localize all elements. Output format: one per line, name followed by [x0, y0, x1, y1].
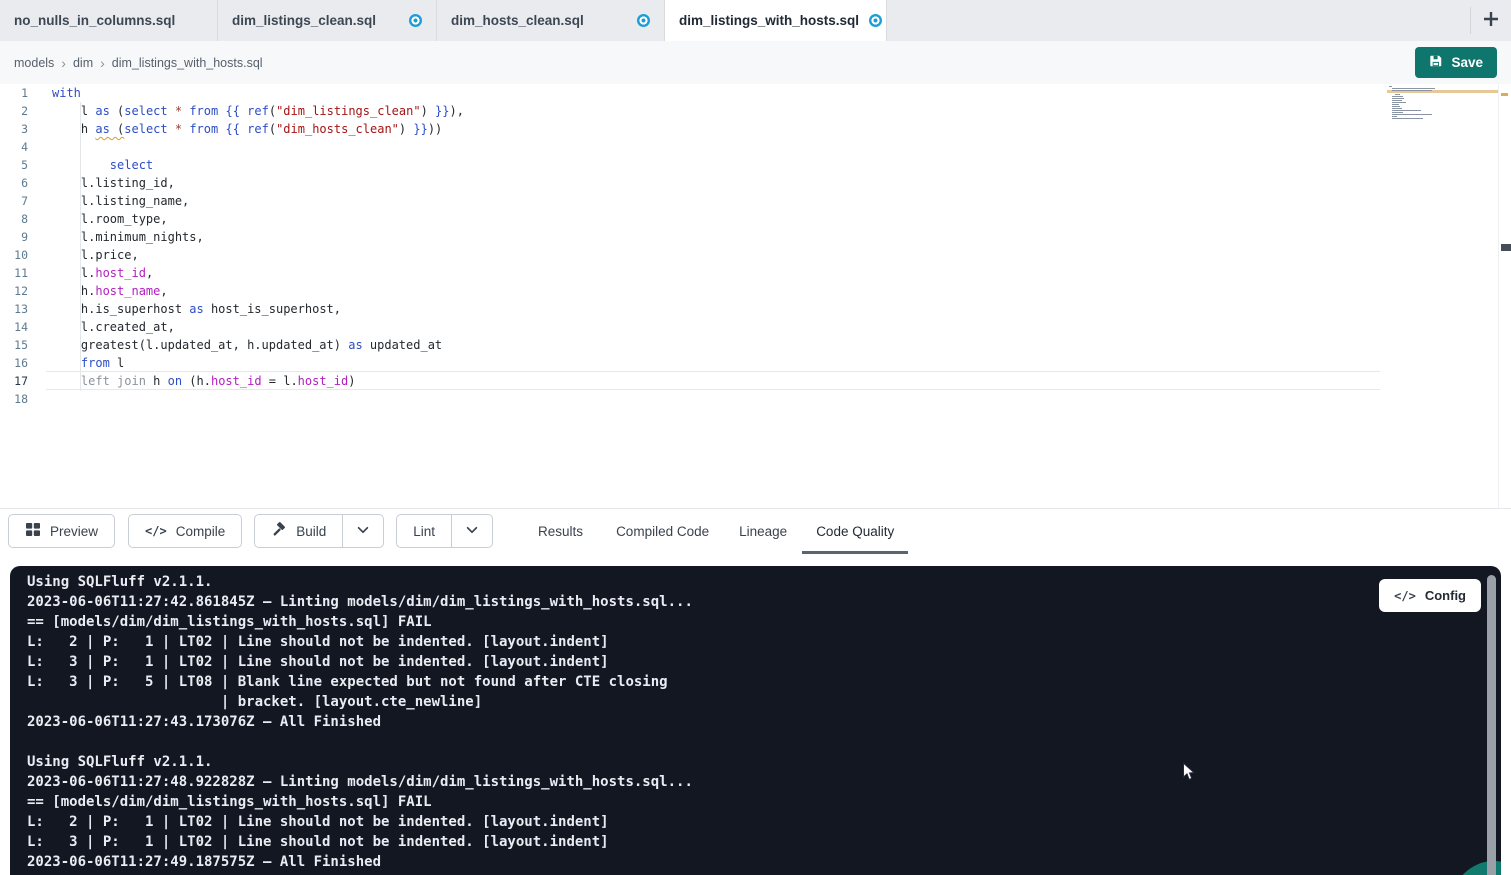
lint-button[interactable]: Lint: [396, 514, 452, 548]
tab-no-nulls-in-columns[interactable]: no_nulls_in_columns.sql: [0, 0, 218, 41]
editor-tab-bar: no_nulls_in_columns.sql dim_listings_cle…: [0, 0, 1511, 41]
code-brackets-icon: </>: [1394, 589, 1416, 603]
chevron-down-icon: [465, 523, 479, 540]
tabbar-spacer: [887, 0, 1470, 41]
preview-grid-icon: [25, 522, 41, 540]
save-button[interactable]: Save: [1415, 47, 1497, 78]
hammer-icon: [271, 522, 287, 541]
breadcrumb-item-models: models: [14, 56, 54, 70]
lint-dropdown-button[interactable]: [451, 514, 493, 548]
tab-label: dim_listings_with_hosts.sql: [679, 13, 859, 28]
breadcrumb-item-dim: dim: [73, 56, 93, 70]
code-line[interactable]: 18: [0, 390, 1511, 408]
terminal-line: L: 2 | P: 1 | LT02 | Line should not be …: [27, 632, 693, 652]
terminal-line: == [models/dim/dim_listings_with_hosts.s…: [27, 612, 693, 632]
code-line[interactable]: 4: [0, 138, 1511, 156]
code-line[interactable]: 5 select: [0, 156, 1511, 174]
code-lines: 1with2 l as (select * from {{ ref("dim_l…: [0, 84, 1511, 408]
terminal-line: 2023-06-06T11:27:42.861845Z — Linting mo…: [27, 592, 693, 612]
tab-dim-listings-clean[interactable]: dim_listings_clean.sql: [218, 0, 437, 41]
code-line[interactable]: 8 l.room_type,: [0, 210, 1511, 228]
terminal-line: | bracket. [layout.cte_newline]: [27, 692, 693, 712]
config-button-label: Config: [1425, 588, 1466, 603]
tab-code-quality[interactable]: Code Quality: [816, 509, 894, 554]
terminal-line: [27, 732, 693, 752]
breadcrumb: models › dim › dim_listings_with_hosts.s…: [14, 41, 263, 84]
preview-button[interactable]: Preview: [8, 514, 115, 548]
tab-label: dim_hosts_clean.sql: [451, 13, 584, 28]
code-line[interactable]: 17 left join h on (h.host_id = l.host_id…: [0, 372, 1511, 390]
save-floppy-icon: [1429, 54, 1443, 71]
terminal-line: L: 3 | P: 1 | LT02 | Line should not be …: [27, 652, 693, 672]
tab-compiled-code[interactable]: Compiled Code: [616, 509, 709, 554]
terminal-line: L: 3 | P: 1 | LT02 | Line should not be …: [27, 832, 693, 852]
tab-dim-listings-with-hosts[interactable]: dim_listings_with_hosts.sql: [665, 0, 887, 41]
build-button-label: Build: [296, 524, 326, 539]
tab-compiled-code-label: Compiled Code: [616, 524, 709, 539]
breadcrumb-row: models › dim › dim_listings_with_hosts.s…: [0, 41, 1511, 84]
code-line[interactable]: 14 l.created_at,: [0, 318, 1511, 336]
code-brackets-icon: </>: [145, 524, 167, 538]
chevron-right-icon: ›: [100, 55, 105, 71]
code-line[interactable]: 6 l.listing_id,: [0, 174, 1511, 192]
tab-label: dim_listings_clean.sql: [232, 13, 376, 28]
editor-action-bar: Preview </> Compile Build Lint: [0, 508, 1511, 553]
terminal-line: Using SQLFluff v2.1.1.: [27, 572, 693, 592]
terminal-output-panel: Using SQLFluff v2.1.1.2023-06-06T11:27:4…: [10, 566, 1501, 875]
overview-ruler-warning-mark: [1501, 93, 1508, 96]
tab-results-label: Results: [538, 524, 583, 539]
editor-scrollbar-track: [1498, 84, 1499, 508]
terminal-scrollbar-thumb[interactable]: [1487, 575, 1496, 875]
lint-button-label: Lint: [413, 524, 435, 539]
code-line[interactable]: 3 h as (select * from {{ ref("dim_hosts_…: [0, 120, 1511, 138]
save-button-label: Save: [1451, 55, 1483, 70]
terminal-line: == [models/dim/dim_listings_with_hosts.s…: [27, 792, 693, 812]
terminal-line: 2023-06-06T11:27:48.922828Z — Linting mo…: [27, 772, 693, 792]
config-button[interactable]: </> Config: [1379, 579, 1481, 612]
editor-scrollbar-thumb[interactable]: [1501, 244, 1511, 251]
code-line[interactable]: 15 greatest(l.updated_at, h.updated_at) …: [0, 336, 1511, 354]
code-line[interactable]: 13 h.is_superhost as host_is_superhost,: [0, 300, 1511, 318]
code-editor[interactable]: 1with2 l as (select * from {{ ref("dim_l…: [0, 84, 1511, 508]
tab-results[interactable]: Results: [538, 509, 583, 554]
compile-button[interactable]: </> Compile: [128, 514, 242, 548]
code-line[interactable]: 2 l as (select * from {{ ref("dim_listin…: [0, 102, 1511, 120]
breadcrumb-item-file: dim_listings_with_hosts.sql: [112, 56, 263, 70]
code-line[interactable]: 7 l.listing_name,: [0, 192, 1511, 210]
code-line[interactable]: 10 l.price,: [0, 246, 1511, 264]
chevron-down-icon: [356, 523, 370, 540]
terminal-line: L: 3 | P: 5 | LT08 | Blank line expected…: [27, 672, 693, 692]
code-line[interactable]: 12 h.host_name,: [0, 282, 1511, 300]
terminal-line: Using SQLFluff v2.1.1.: [27, 752, 693, 772]
tab-lineage[interactable]: Lineage: [739, 509, 787, 554]
tab-label: no_nulls_in_columns.sql: [14, 13, 175, 28]
new-tab-button[interactable]: [1471, 0, 1511, 41]
preview-button-label: Preview: [50, 524, 98, 539]
terminal-line: 2023-06-06T11:27:49.187575Z — All Finish…: [27, 852, 693, 872]
tab-code-quality-label: Code Quality: [816, 524, 894, 539]
chevron-right-icon: ›: [61, 55, 66, 71]
build-dropdown-button[interactable]: [342, 514, 384, 548]
mouse-cursor: [1182, 762, 1196, 787]
code-line[interactable]: 16 from l: [0, 354, 1511, 372]
plus-icon: [1482, 10, 1500, 31]
terminal-log: Using SQLFluff v2.1.1.2023-06-06T11:27:4…: [27, 572, 693, 872]
code-line[interactable]: 9 l.minimum_nights,: [0, 228, 1511, 246]
unsaved-indicator-dot: [869, 14, 882, 27]
compile-button-label: Compile: [176, 524, 226, 539]
terminal-line: 2023-06-06T11:27:43.173076Z — All Finish…: [27, 712, 693, 732]
code-line[interactable]: 11 l.host_id,: [0, 264, 1511, 282]
build-button-group: Build: [254, 514, 384, 548]
code-line[interactable]: 1with: [0, 84, 1511, 102]
tab-lineage-label: Lineage: [739, 524, 787, 539]
build-button[interactable]: Build: [254, 514, 343, 548]
terminal-line: L: 2 | P: 1 | LT02 | Line should not be …: [27, 812, 693, 832]
lint-button-group: Lint: [396, 514, 493, 548]
unsaved-indicator-dot: [409, 14, 422, 27]
unsaved-indicator-dot: [637, 14, 650, 27]
tab-dim-hosts-clean[interactable]: dim_hosts_clean.sql: [437, 0, 665, 41]
minimap[interactable]: [1389, 86, 1463, 122]
